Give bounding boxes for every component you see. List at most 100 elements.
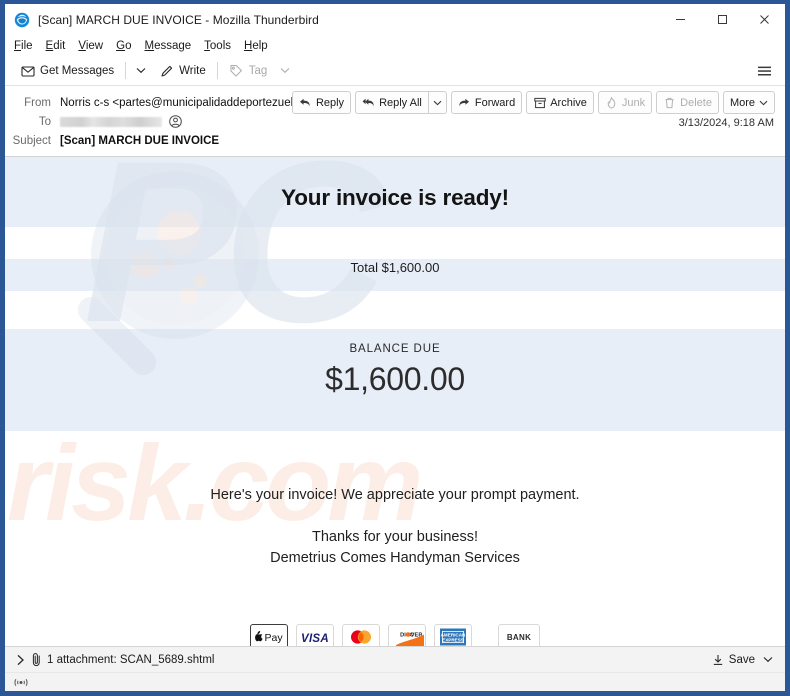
archive-label: Archive bbox=[550, 96, 587, 109]
menu-tools[interactable]: Tools bbox=[204, 40, 231, 52]
subject-label: Subject bbox=[12, 134, 51, 147]
window-controls bbox=[659, 4, 785, 35]
menu-view[interactable]: View bbox=[78, 40, 103, 52]
invoice-total-line: Total $1,600.00 bbox=[350, 260, 440, 275]
forward-label: Forward bbox=[474, 96, 516, 109]
attachment-twisty-chevron-right-icon[interactable] bbox=[11, 651, 29, 669]
invoice-message-line-2: Thanks for your business! bbox=[311, 529, 479, 545]
attachment-save-label: Save bbox=[728, 653, 755, 666]
write-label: Write bbox=[179, 64, 206, 77]
more-label: More bbox=[729, 96, 755, 109]
attachment-save-button[interactable]: Save bbox=[708, 650, 759, 670]
payment-methods-row: Pay VISA VER AMERICAN EXPRESS BANK bbox=[5, 624, 785, 646]
reply-all-button[interactable]: Reply All bbox=[355, 91, 428, 114]
to-row: To bbox=[5, 112, 785, 131]
menu-view-rest: iew bbox=[85, 39, 104, 52]
menu-edit[interactable]: Edit bbox=[46, 40, 66, 52]
toolbar-separator-2 bbox=[216, 62, 218, 79]
invoice-signature-line: Demetrius Comes Handyman Services bbox=[270, 550, 520, 566]
delete-label: Delete bbox=[680, 96, 712, 109]
tag-caret[interactable] bbox=[274, 59, 296, 82]
tag-label: Tag bbox=[248, 64, 268, 77]
get-messages-caret[interactable] bbox=[130, 59, 152, 82]
message-actions: Reply Reply All Forward Archive Junk Del… bbox=[288, 91, 775, 114]
get-messages-button[interactable]: Get Messages bbox=[13, 59, 121, 82]
close-button[interactable] bbox=[743, 4, 785, 35]
to-label: To bbox=[38, 115, 51, 128]
apple-pay-icon: Pay bbox=[250, 624, 288, 646]
menu-bar: File Edit View Go Message Tools Help bbox=[5, 35, 785, 56]
delete-button[interactable]: Delete bbox=[656, 91, 719, 114]
mastercard-icon bbox=[342, 624, 380, 646]
menu-go[interactable]: Go bbox=[116, 40, 131, 52]
menu-help-rest: elp bbox=[252, 39, 268, 52]
pencil-icon bbox=[159, 63, 174, 78]
menu-edit-rest: dit bbox=[53, 39, 66, 52]
to-value-wrap bbox=[60, 115, 182, 128]
archive-button[interactable]: Archive bbox=[526, 91, 594, 114]
menu-message-rest: essage bbox=[154, 39, 192, 52]
menu-go-rest: o bbox=[125, 39, 132, 52]
attachment-bar: 1 attachment: SCAN_5689.shtml Save bbox=[5, 646, 785, 672]
to-value-redacted[interactable] bbox=[60, 116, 162, 127]
amex-icon: AMERICAN EXPRESS bbox=[434, 624, 472, 646]
toolbar-separator-1 bbox=[125, 62, 127, 79]
main-toolbar: Get Messages Write Tag bbox=[5, 56, 785, 86]
attachment-text: 1 attachment: SCAN_5689.shtml bbox=[47, 653, 215, 666]
junk-fire-icon bbox=[605, 96, 618, 109]
thunderbird-logo-icon bbox=[14, 12, 30, 28]
reply-button[interactable]: Reply bbox=[291, 91, 352, 114]
download-icon bbox=[712, 653, 725, 666]
minimize-button[interactable] bbox=[659, 4, 701, 35]
svg-text:EXPRESS: EXPRESS bbox=[442, 637, 464, 642]
subject-value: [Scan] MARCH DUE INVOICE bbox=[60, 134, 220, 147]
reply-all-arrow-icon bbox=[362, 96, 375, 109]
menu-file-rest: ile bbox=[21, 39, 33, 52]
more-chevron-down-icon bbox=[759, 100, 768, 106]
menu-file[interactable]: File bbox=[14, 40, 33, 52]
junk-label: Junk bbox=[621, 96, 646, 109]
reply-label: Reply bbox=[315, 96, 345, 109]
window-title: [Scan] MARCH DUE INVOICE - Mozilla Thund… bbox=[38, 12, 319, 27]
online-status-icon bbox=[13, 676, 29, 689]
tag-icon bbox=[229, 63, 244, 78]
reply-arrow-icon bbox=[299, 96, 312, 109]
subject-row: Subject [Scan] MARCH DUE INVOICE bbox=[5, 131, 785, 150]
inbox-download-icon bbox=[20, 63, 35, 78]
svg-text:Pay: Pay bbox=[265, 632, 284, 644]
message-header: Reply Reply All Forward Archive Junk Del… bbox=[5, 86, 785, 157]
menu-message[interactable]: Message bbox=[144, 40, 191, 52]
discover-icon: DISC VER bbox=[388, 624, 426, 646]
status-bar bbox=[5, 672, 785, 691]
message-date: 3/13/2024, 9:18 AM bbox=[678, 117, 774, 129]
tag-button[interactable]: Tag bbox=[222, 59, 275, 82]
thunderbird-window: [Scan] MARCH DUE INVOICE - Mozilla Thund… bbox=[0, 0, 790, 696]
title-bar: [Scan] MARCH DUE INVOICE - Mozilla Thund… bbox=[5, 4, 785, 35]
maximize-button[interactable] bbox=[701, 4, 743, 35]
bank-icon: BANK bbox=[498, 624, 540, 646]
trash-can-icon bbox=[663, 96, 676, 109]
reply-all-label: Reply All bbox=[379, 96, 422, 109]
invoice-headline: Your invoice is ready! bbox=[281, 185, 509, 210]
menu-help[interactable]: Help bbox=[244, 40, 268, 52]
from-value[interactable]: Norris c-s <partes@municipalidaddeportez… bbox=[60, 97, 318, 109]
visa-icon: VISA bbox=[296, 624, 334, 646]
attachment-save-caret[interactable] bbox=[759, 650, 777, 670]
balance-due-amount: $1,600.00 bbox=[325, 361, 465, 397]
reply-all-caret[interactable] bbox=[427, 91, 447, 114]
menu-tools-rest: ools bbox=[209, 39, 232, 52]
write-button[interactable]: Write bbox=[152, 59, 213, 82]
junk-button[interactable]: Junk bbox=[597, 91, 653, 114]
svg-text:VISA: VISA bbox=[301, 633, 329, 644]
get-messages-label: Get Messages bbox=[40, 64, 115, 77]
forward-arrow-icon bbox=[458, 96, 471, 109]
hamburger-menu-icon[interactable] bbox=[751, 59, 777, 82]
bank-label: BANK bbox=[506, 632, 532, 642]
to-contact-avatar-icon[interactable] bbox=[169, 115, 182, 128]
from-label: From bbox=[24, 96, 51, 109]
more-button[interactable]: More bbox=[722, 91, 775, 114]
forward-button[interactable]: Forward bbox=[450, 91, 523, 114]
archive-box-icon bbox=[533, 96, 546, 109]
email-body: PC risk.com Your invoice is ready! Total… bbox=[5, 157, 785, 646]
window-inner: [Scan] MARCH DUE INVOICE - Mozilla Thund… bbox=[5, 4, 785, 691]
